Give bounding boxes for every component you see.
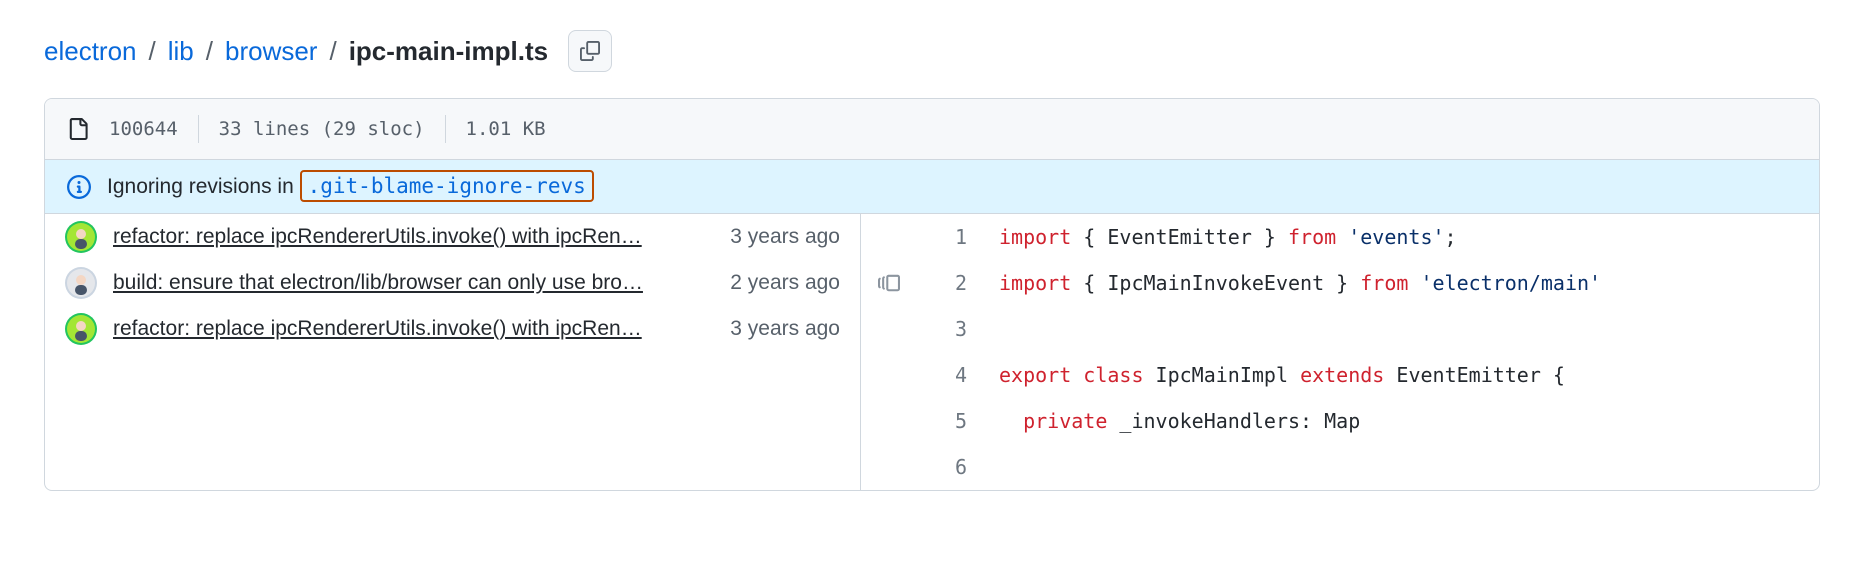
copy-icon — [580, 41, 600, 61]
file-size: 1.01 KB — [466, 118, 546, 140]
blame-commits-column: refactor: replace ipcRendererUtils.invok… — [45, 214, 861, 490]
ignore-revs-flash: Ignoring revisions in .git-blame-ignore-… — [45, 160, 1819, 214]
code-line: export class IpcMainImpl extends EventEm… — [985, 352, 1819, 398]
ignore-revs-link[interactable]: .git-blame-ignore-revs — [300, 170, 594, 202]
code-line: private _invokeHandlers: Map — [985, 398, 1819, 444]
commit-age: 3 years ago — [730, 225, 840, 249]
reblame-cell — [861, 444, 917, 490]
line-numbers: 123456 — [917, 214, 985, 490]
versions-icon[interactable] — [878, 272, 900, 294]
code-line — [985, 444, 1819, 490]
breadcrumb-sep: / — [149, 36, 156, 67]
line-number[interactable]: 1 — [917, 214, 985, 260]
reblame-cell — [861, 398, 917, 444]
breadcrumb: electron / lib / browser / ipc-main-impl… — [44, 30, 1820, 72]
line-number[interactable]: 6 — [917, 444, 985, 490]
reblame-cell — [861, 352, 917, 398]
reblame-cell — [861, 214, 917, 260]
commit-message-link[interactable]: refactor: replace ipcRendererUtils.invok… — [113, 317, 714, 341]
code-line: import { EventEmitter } from 'events'; — [985, 214, 1819, 260]
avatar[interactable] — [65, 267, 97, 299]
commit-message-link[interactable]: refactor: replace ipcRendererUtils.invok… — [113, 225, 714, 249]
breadcrumb-sep: / — [329, 36, 336, 67]
blame-reblame-column — [861, 214, 917, 490]
blame-row: refactor: replace ipcRendererUtils.invok… — [45, 214, 860, 260]
line-number[interactable]: 5 — [917, 398, 985, 444]
line-number[interactable]: 3 — [917, 306, 985, 352]
reblame-cell — [861, 260, 917, 306]
flash-text: Ignoring revisions in .git-blame-ignore-… — [107, 174, 594, 199]
file-header: 100644 33 lines (29 sloc) 1.01 KB — [45, 99, 1819, 160]
info-icon — [67, 175, 91, 199]
commit-age: 3 years ago — [730, 317, 840, 341]
breadcrumb-sep: / — [206, 36, 213, 67]
code-line — [985, 306, 1819, 352]
divider — [445, 115, 446, 143]
divider — [198, 115, 199, 143]
breadcrumb-link[interactable]: lib — [168, 36, 194, 67]
avatar[interactable] — [65, 313, 97, 345]
code-lines: import { EventEmitter } from 'events';im… — [985, 214, 1819, 490]
blame-code-column: 123456 import { EventEmitter } from 'eve… — [917, 214, 1819, 490]
commit-message-link[interactable]: build: ensure that electron/lib/browser … — [113, 271, 714, 295]
code-line: import { IpcMainInvokeEvent } from 'elec… — [985, 260, 1819, 306]
blame-body: refactor: replace ipcRendererUtils.invok… — [45, 214, 1819, 490]
blame-row: build: ensure that electron/lib/browser … — [45, 260, 860, 306]
breadcrumb-link[interactable]: browser — [225, 36, 317, 67]
file-lines: 33 lines (29 sloc) — [219, 118, 425, 140]
file-mode: 100644 — [109, 118, 178, 140]
avatar[interactable] — [65, 221, 97, 253]
line-number[interactable]: 4 — [917, 352, 985, 398]
reblame-cell — [861, 306, 917, 352]
line-number[interactable]: 2 — [917, 260, 985, 306]
file-box: 100644 33 lines (29 sloc) 1.01 KB Ignori… — [44, 98, 1820, 491]
blame-row: refactor: replace ipcRendererUtils.invok… — [45, 306, 860, 352]
breadcrumb-link[interactable]: electron — [44, 36, 137, 67]
file-icon — [67, 118, 89, 140]
commit-age: 2 years ago — [730, 271, 840, 295]
copy-path-button[interactable] — [568, 30, 612, 72]
breadcrumb-final: ipc-main-impl.ts — [349, 36, 548, 67]
